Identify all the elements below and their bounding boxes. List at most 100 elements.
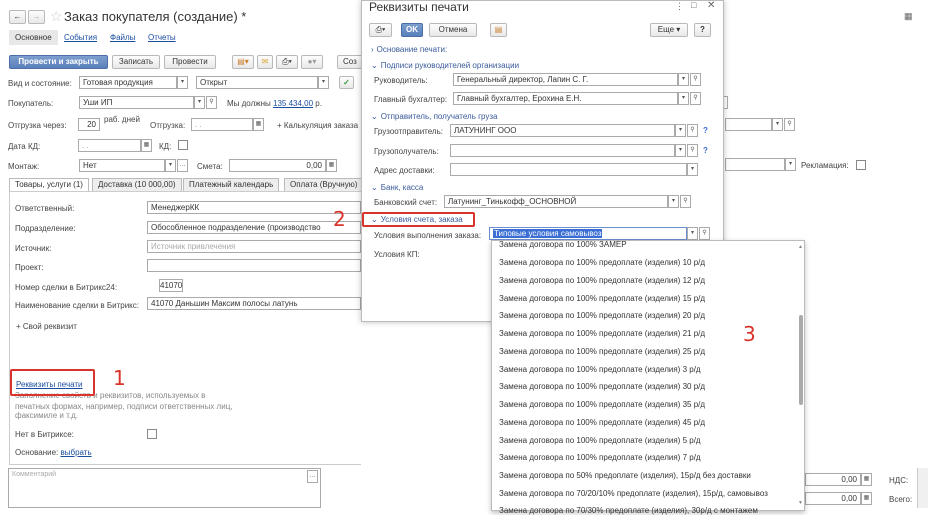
advertising-checkbox[interactable]: [856, 160, 866, 170]
accountant-dropdown[interactable]: ▾: [678, 92, 689, 105]
status-dropdown[interactable]: ▾: [318, 76, 329, 89]
bank-open-icon[interactable]: ⚲: [680, 195, 691, 208]
terms-open-icon[interactable]: ⚲: [699, 227, 710, 240]
tab-reports[interactable]: Отчеты: [148, 33, 176, 42]
own-attribute-link[interactable]: + Свой реквизит: [16, 322, 77, 331]
list-item[interactable]: Замена договора по 100% предоплате (изде…: [499, 453, 701, 462]
post-button[interactable]: Провести: [164, 55, 216, 69]
status-icon[interactable]: ●▾: [301, 55, 323, 69]
save-button[interactable]: Записать: [112, 55, 160, 69]
state-field[interactable]: Готовая продукция: [79, 76, 177, 89]
shipper-help-icon[interactable]: ?: [703, 126, 708, 135]
right-open-icon-2[interactable]: ⚲: [784, 118, 795, 131]
kd-calendar-icon[interactable]: ▦: [141, 139, 152, 152]
list-item[interactable]: Замена договора по 100% предоплате (изде…: [499, 436, 701, 445]
consignee-dropdown[interactable]: ▾: [675, 144, 686, 157]
list-item[interactable]: Замена договора по 50% предоплате (издел…: [499, 471, 751, 480]
list-item[interactable]: Замена договора по 100% предоплате (изде…: [499, 276, 705, 285]
list-item[interactable]: Замена договора по 100% предоплате (изде…: [499, 382, 705, 391]
right-field-2[interactable]: [725, 118, 772, 131]
buyer-field[interactable]: Уши ИП: [79, 96, 194, 109]
accountant-open-icon[interactable]: ⚲: [690, 92, 701, 105]
dialog-menu-icon[interactable]: ⋮: [675, 1, 684, 12]
bitrix-number-field[interactable]: 41070: [159, 279, 183, 292]
right-field-3[interactable]: [725, 158, 785, 171]
head-open-icon[interactable]: ⚲: [690, 73, 701, 86]
ship-days-field[interactable]: 20: [78, 118, 100, 131]
tab-events[interactable]: События: [64, 33, 97, 42]
ship-calendar-icon[interactable]: ▦: [253, 118, 264, 131]
comment-field[interactable]: Комментарий: [8, 468, 321, 508]
comment-more-icon[interactable]: …: [307, 470, 318, 483]
consignee-field[interactable]: [450, 144, 675, 157]
list-item[interactable]: Замена договора по 100% предоплате (изде…: [499, 365, 701, 374]
list-item[interactable]: Замена договора по 100% предоплате (изде…: [499, 258, 705, 267]
ship-date-field[interactable]: . .: [191, 118, 253, 131]
accountant-field[interactable]: Главный бухгалтер, Ерохина Е.Н.: [453, 92, 678, 105]
list-item[interactable]: Замена договора по 70/20/10% предоплате …: [499, 489, 768, 498]
kd-date-field[interactable]: . .: [78, 139, 141, 152]
consignee-open-icon[interactable]: ⚲: [687, 144, 698, 157]
dropdown-scrollbar-up-icon[interactable]: ▲: [798, 244, 803, 250]
settings-icon[interactable]: ▦: [904, 11, 913, 22]
head-field[interactable]: Генеральный директор, Лапин С. Г.: [453, 73, 678, 86]
dialog-cancel-button[interactable]: Отмена: [429, 23, 477, 37]
mount-more-icon[interactable]: …: [177, 159, 188, 172]
head-dropdown[interactable]: ▾: [678, 73, 689, 86]
post-and-close-button[interactable]: Провести и закрыть: [9, 55, 108, 69]
dialog-close-icon[interactable]: ✕: [707, 0, 715, 11]
bank-dropdown[interactable]: ▾: [668, 195, 679, 208]
buyer-open-icon[interactable]: ⚲: [206, 96, 217, 109]
estimate-field[interactable]: 0,00: [229, 159, 326, 172]
back-button[interactable]: ←: [9, 10, 26, 24]
favorite-star-icon[interactable]: ☆: [50, 8, 63, 25]
list-item[interactable]: Замена договора по 100% ЗАМЕР: [499, 240, 627, 249]
right-dropdown-3[interactable]: ▾: [785, 158, 796, 171]
group-bank[interactable]: ⌄ Банк, касса: [371, 183, 423, 192]
delivery-dropdown[interactable]: ▾: [687, 163, 698, 176]
list-item[interactable]: Замена договора по 100% предоплате (изде…: [499, 311, 705, 320]
calc-link[interactable]: + Калькуляция заказа: [277, 121, 358, 130]
right-dropdown-2[interactable]: ▾: [772, 118, 783, 131]
list-item[interactable]: Замена договора по 100% предоплате (изде…: [499, 347, 705, 356]
dropdown-scrollbar-down-icon[interactable]: ▼: [798, 500, 803, 506]
dialog-doc-icon[interactable]: ▤: [490, 23, 507, 37]
status-field[interactable]: Открыт: [196, 76, 318, 89]
mail-icon[interactable]: ✉: [257, 55, 273, 69]
estimate-calc-icon[interactable]: ▦: [326, 159, 337, 172]
mount-field[interactable]: Нет: [79, 159, 165, 172]
tab-main[interactable]: Основное: [9, 30, 58, 45]
dialog-maximize-icon[interactable]: □: [691, 0, 696, 10]
shipper-dropdown[interactable]: ▾: [675, 124, 686, 137]
confirm-check-icon[interactable]: ✓: [339, 76, 354, 89]
tab-files[interactable]: Файлы: [110, 33, 135, 42]
dialog-print-icon[interactable]: ⎙▾: [369, 23, 392, 37]
buyer-dropdown[interactable]: ▾: [194, 96, 205, 109]
dropdown-scrollbar-thumb[interactable]: [799, 315, 803, 405]
delivery-field[interactable]: [450, 163, 687, 176]
basis-select-link[interactable]: выбрать: [61, 448, 92, 457]
tab-payment-calendar[interactable]: Платежный календарь: [183, 178, 280, 192]
list-item[interactable]: Замена договора по 100% предоплате (изде…: [499, 418, 705, 427]
bank-field[interactable]: Латунинг_Тинькофф_ОСНОВНОЙ: [444, 195, 668, 208]
list-item[interactable]: Замена договора по 100% предоплате (изде…: [499, 294, 705, 303]
responsible-field[interactable]: МенеджерКК: [147, 201, 361, 214]
group-print-basis[interactable]: › Основание печати:: [371, 45, 447, 54]
shipper-field[interactable]: ЛАТУНИНГ ООО: [450, 124, 675, 137]
terms-field[interactable]: Типовые условия самовывоз: [489, 227, 687, 240]
consignee-help-icon[interactable]: ?: [703, 146, 708, 155]
dialog-help-button[interactable]: ?: [694, 23, 711, 37]
group-signatures[interactable]: ⌄ Подписи руководителей организации: [371, 61, 519, 70]
tab-delivery[interactable]: Доставка (10 000,00): [92, 178, 182, 192]
kd-checkbox[interactable]: [178, 140, 188, 150]
dialog-ok-button[interactable]: OK: [401, 23, 423, 37]
shipper-open-icon[interactable]: ⚲: [687, 124, 698, 137]
list-item[interactable]: Замена договора по 100% предоплате (изде…: [499, 329, 705, 338]
create-button[interactable]: Соз: [337, 55, 363, 69]
document-icon[interactable]: ▤▾: [232, 55, 254, 69]
state-dropdown[interactable]: ▾: [177, 76, 188, 89]
forward-button[interactable]: →: [28, 10, 45, 24]
total-calc-icon-1[interactable]: ▦: [861, 473, 872, 486]
terms-dropdown[interactable]: ▾: [687, 227, 698, 240]
not-bitrix-checkbox[interactable]: [147, 429, 157, 439]
